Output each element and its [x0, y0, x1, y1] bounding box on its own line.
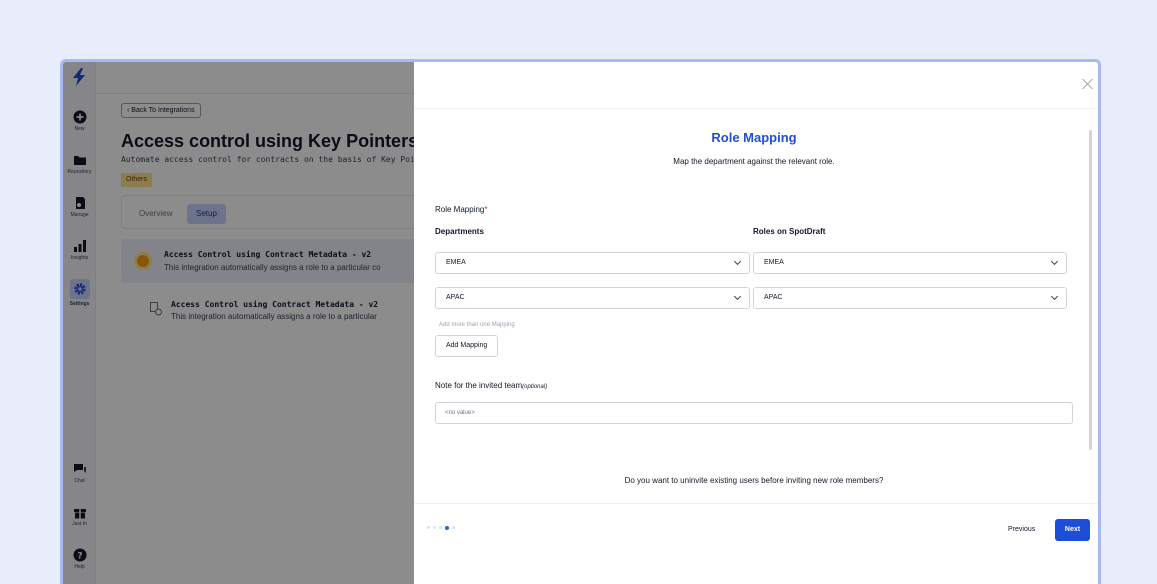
chevron-down-icon	[733, 292, 742, 301]
chevron-down-icon	[1050, 292, 1059, 301]
sidebar-backdrop	[63, 62, 96, 584]
role-select-1[interactable]: EMEA	[753, 252, 1067, 274]
drawer-subtitle: Map the department against the relevant …	[673, 157, 835, 166]
chevron-down-icon	[733, 257, 742, 266]
add-mapping-button[interactable]: Add Mapping	[435, 335, 499, 357]
chevron-down-icon	[1050, 257, 1059, 266]
role-mapping-label: Role Mapping*	[435, 205, 488, 214]
step-dot	[427, 526, 430, 529]
step-indicator	[427, 525, 455, 530]
step-dot-current	[445, 525, 449, 530]
departments-column-header: Departments	[435, 227, 484, 236]
modal-backdrop[interactable]	[96, 62, 447, 584]
note-label: Note for the invited team(optional)	[435, 381, 548, 390]
department-select-1[interactable]: EMEA	[435, 252, 750, 274]
uninvite-question: Do you want to uninvite existing users b…	[624, 476, 884, 485]
drawer-title: Role Mapping	[711, 130, 797, 145]
role-select-2[interactable]: APAC	[753, 287, 1067, 309]
optional-label: (optional)	[522, 384, 548, 390]
close-icon[interactable]	[1082, 78, 1094, 90]
roles-column-header: Roles on SpotDraft	[753, 227, 826, 236]
drawer-scrollbar[interactable]	[1089, 130, 1092, 450]
add-mapping-hint: Add more than one Mapping	[439, 322, 515, 328]
previous-button[interactable]: Previous	[1000, 519, 1043, 541]
app-window: New Repository Manage Insights Settings …	[60, 59, 1101, 584]
required-mark: *	[484, 205, 488, 214]
step-dot	[439, 526, 442, 529]
role-mapping-drawer: Role Mapping Map the department against …	[414, 62, 1098, 584]
note-input[interactable]: <no value>	[435, 402, 1073, 424]
drawer-footer: Previous Next	[414, 503, 1098, 584]
drawer-header	[414, 62, 1098, 109]
department-select-2[interactable]: APAC	[435, 287, 750, 309]
step-dot	[433, 526, 436, 529]
next-button[interactable]: Next	[1055, 519, 1090, 541]
step-dot	[452, 526, 455, 529]
